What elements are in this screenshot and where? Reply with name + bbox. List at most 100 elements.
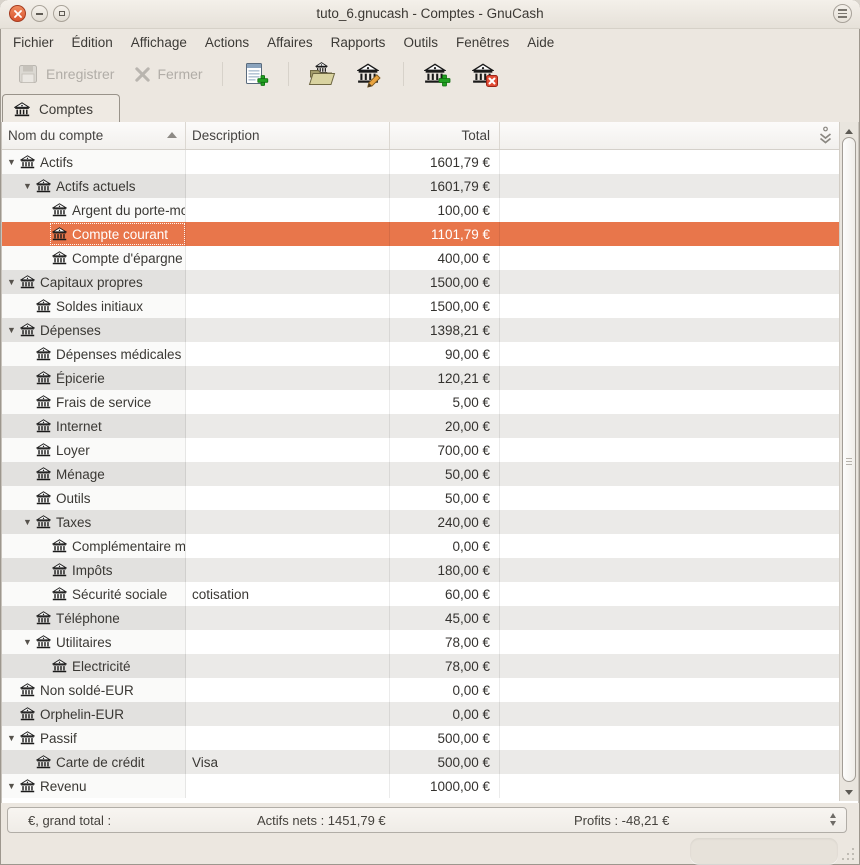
account-name: Internet	[56, 419, 102, 434]
table-row[interactable]: Compte courant1101,79 €	[2, 222, 839, 246]
bank-icon	[36, 299, 51, 313]
expander-icon[interactable]: ▼	[21, 510, 34, 534]
row-filler	[500, 558, 839, 582]
account-cell-content: Soldes initiaux	[34, 295, 185, 317]
tab-label: Comptes	[39, 102, 93, 117]
resize-grip[interactable]	[840, 846, 854, 860]
account-name: Revenu	[40, 779, 87, 794]
indent-spacer	[2, 426, 21, 427]
scroll-down-button[interactable]	[840, 785, 858, 799]
titlebar: tuto_6.gnucash - Comptes - GnuCash	[0, 0, 860, 29]
window-menu-button[interactable]	[833, 4, 852, 23]
expander-icon[interactable]: ▼	[5, 774, 18, 798]
delete-account-button[interactable]	[463, 58, 507, 91]
expander-icon[interactable]: ▼	[21, 630, 34, 654]
bank-icon	[52, 659, 67, 673]
indent-spacer	[2, 450, 21, 451]
bank-icon	[52, 563, 67, 577]
menu-fichier[interactable]: Fichier	[4, 31, 63, 54]
account-name-cell: Compte d'épargne	[2, 246, 186, 270]
expander-icon[interactable]: ▼	[5, 150, 18, 174]
account-name: Ménage	[56, 467, 105, 482]
row-filler	[500, 174, 839, 198]
menu-edition[interactable]: Édition	[63, 31, 122, 54]
table-row[interactable]: Electricité78,00 €	[2, 654, 839, 678]
table-row[interactable]: ▼Actifs1601,79 €	[2, 150, 839, 174]
account-total: 50,00 €	[390, 462, 500, 486]
account-name: Outils	[56, 491, 91, 506]
table-row[interactable]: Téléphone45,00 €	[2, 606, 839, 630]
column-header-description[interactable]: Description	[186, 122, 390, 149]
account-name: Taxes	[56, 515, 91, 530]
column-chooser-icon[interactable]	[817, 126, 834, 146]
menu-affichage[interactable]: Affichage	[122, 31, 196, 54]
close-tab-button[interactable]: Fermer	[126, 63, 210, 86]
account-cell-content: Loyer	[34, 439, 185, 461]
summary-scroll-spinner[interactable]	[830, 813, 836, 826]
table-row[interactable]: Internet 20,00 €	[2, 414, 839, 438]
new-account-button[interactable]	[415, 58, 459, 91]
menu-affaires[interactable]: Affaires	[258, 31, 322, 54]
account-cell-content: Frais de service	[34, 391, 185, 413]
account-name: Frais de service	[56, 395, 151, 410]
account-cell-content: Orphelin-EUR	[18, 703, 185, 725]
account-cell-content: Épicerie	[34, 367, 185, 389]
tab-comptes[interactable]: Comptes	[2, 94, 120, 123]
account-name-cell: ▼Dépenses	[2, 318, 186, 342]
menu-rapports[interactable]: Rapports	[322, 31, 395, 54]
net-assets-value: Actifs nets : 1451,79 €	[257, 813, 386, 828]
table-row[interactable]: Outils50,00 €	[2, 486, 839, 510]
expander-icon[interactable]: ▼	[5, 318, 18, 342]
table-row[interactable]: Complémentaire m0,00 €	[2, 534, 839, 558]
account-name: Impôts	[72, 563, 113, 578]
new-register-button[interactable]	[234, 58, 277, 91]
vertical-scrollbar[interactable]	[839, 122, 858, 801]
table-row[interactable]: ▼Taxes240,00 €	[2, 510, 839, 534]
account-total: 20,00 €	[390, 414, 500, 438]
expander-icon[interactable]: ▼	[5, 270, 18, 294]
edit-account-button[interactable]	[348, 58, 392, 91]
table-row[interactable]: Sécurité socialecotisation60,00 €	[2, 582, 839, 606]
column-header-name[interactable]: Nom du compte	[2, 122, 186, 149]
table-row[interactable]: ▼Dépenses1398,21 €	[2, 318, 839, 342]
table-row[interactable]: ▼Utilitaires78,00 €	[2, 630, 839, 654]
table-row[interactable]: ▼Revenu1000,00 €	[2, 774, 839, 798]
save-button[interactable]: Enregistrer	[8, 59, 122, 89]
row-filler	[500, 462, 839, 486]
account-name: Compte courant	[72, 227, 168, 242]
menu-aide[interactable]: Aide	[518, 31, 563, 54]
table-row[interactable]: Dépenses médicales90,00 €	[2, 342, 839, 366]
menu-actions[interactable]: Actions	[196, 31, 258, 54]
scroll-up-button[interactable]	[840, 124, 858, 138]
expander-icon[interactable]: ▼	[21, 174, 34, 198]
table-row[interactable]: Non soldé-EUR0,00 €	[2, 678, 839, 702]
account-name-cell: Dépenses médicales	[2, 342, 186, 366]
table-row[interactable]: Loyer700,00 €	[2, 438, 839, 462]
table-row[interactable]: Argent du porte-mo100,00 €	[2, 198, 839, 222]
table-row[interactable]: Ménage 50,00 €	[2, 462, 839, 486]
gnucash-window: tuto_6.gnucash - Comptes - GnuCash Fichi…	[0, 0, 860, 865]
menu-outils[interactable]: Outils	[394, 31, 447, 54]
table-row[interactable]: Épicerie120,21 €	[2, 366, 839, 390]
table-row[interactable]: ▼Passif500,00 €	[2, 726, 839, 750]
indent-spacer	[2, 210, 37, 211]
bank-icon	[52, 251, 67, 265]
expander-icon[interactable]: ▼	[5, 726, 18, 750]
table-row[interactable]: Compte d'épargne400,00 €	[2, 246, 839, 270]
edit-account-icon	[356, 61, 384, 88]
menu-fenetres[interactable]: Fenêtres	[447, 31, 518, 54]
row-filler	[500, 750, 839, 774]
table-row[interactable]: Impôts180,00 €	[2, 558, 839, 582]
table-row[interactable]: ▼Capitaux propres1500,00 €	[2, 270, 839, 294]
open-account-button[interactable]	[300, 58, 344, 91]
table-row[interactable]: Frais de service5,00 €	[2, 390, 839, 414]
account-cell-content: Non soldé-EUR	[18, 679, 185, 701]
table-row[interactable]: ▼Actifs actuels1601,79 €	[2, 174, 839, 198]
table-row[interactable]: Soldes initiaux1500,00 €	[2, 294, 839, 318]
scrollbar-thumb[interactable]	[842, 137, 856, 782]
column-header-total[interactable]: Total	[390, 122, 500, 149]
bank-icon	[20, 683, 35, 697]
bank-icon	[20, 275, 35, 289]
table-row[interactable]: Carte de créditVisa500,00 €	[2, 750, 839, 774]
table-row[interactable]: Orphelin-EUR0,00 €	[2, 702, 839, 726]
